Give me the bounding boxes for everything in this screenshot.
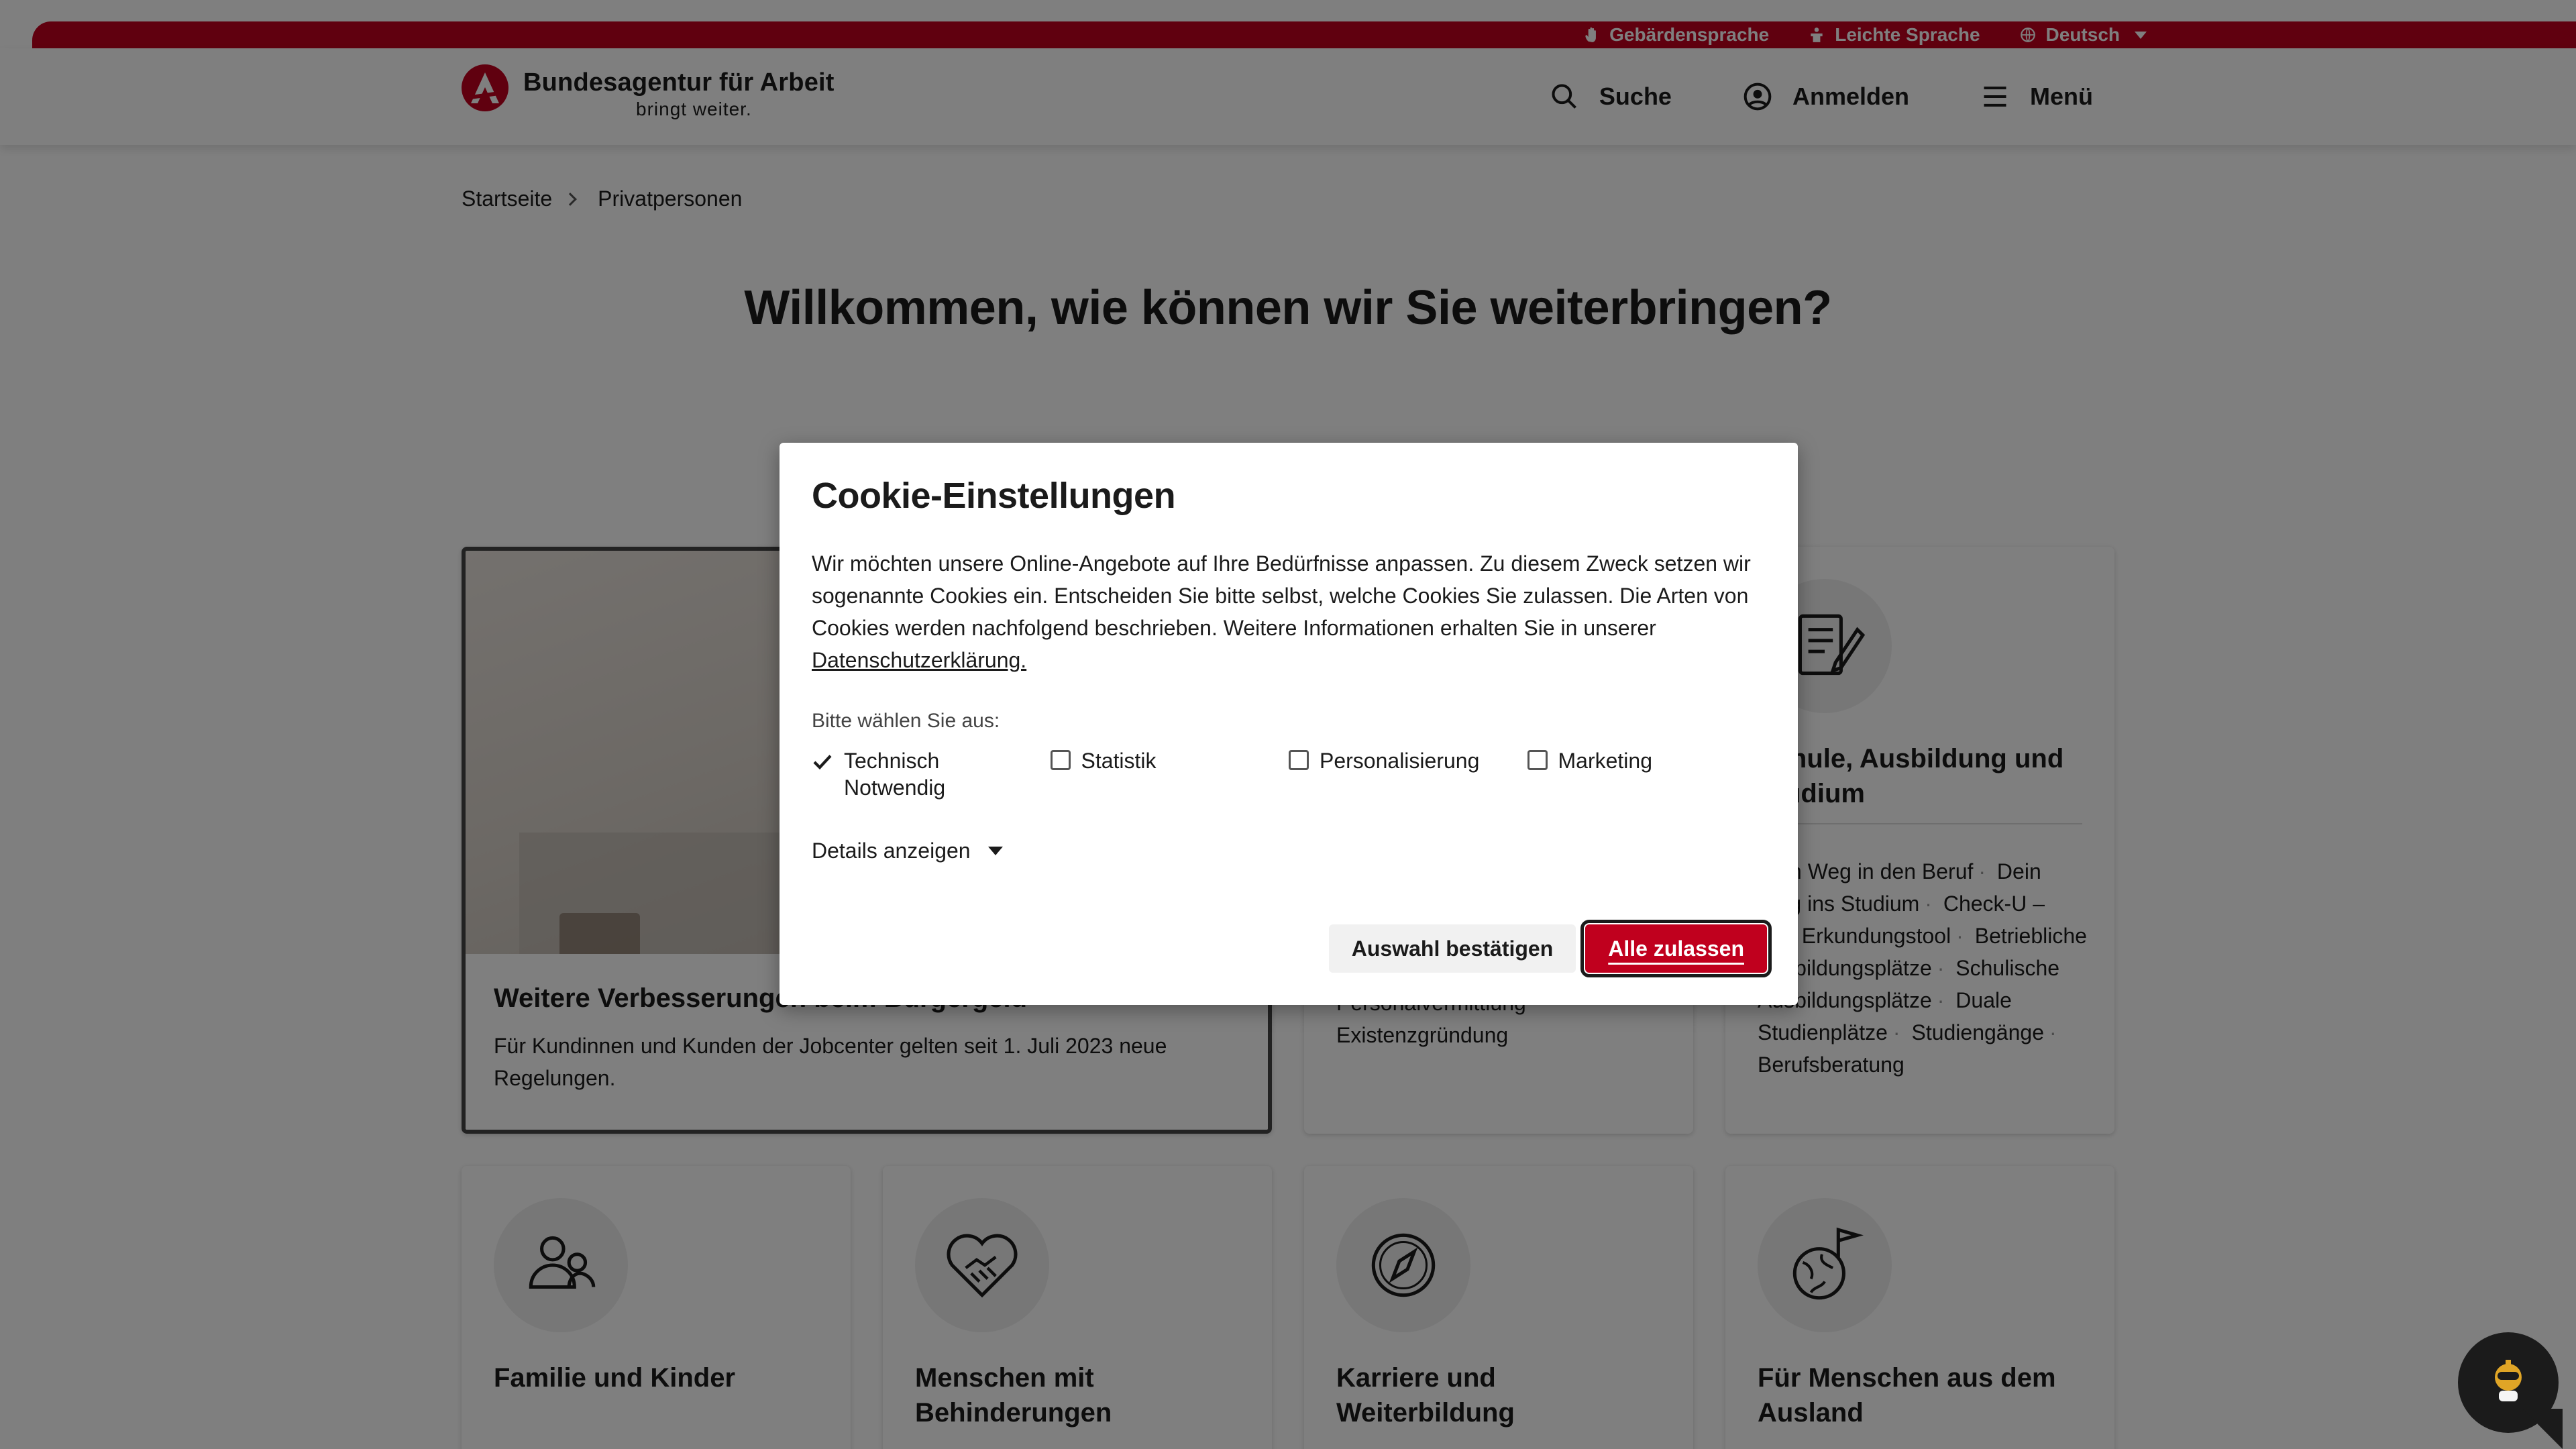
option-statistik[interactable]: Statistik [1050,747,1289,801]
cookie-dialog-title: Cookie-Einstellungen [812,476,1176,516]
option-personalisierung-label: Personalisierung [1320,749,1480,773]
confirm-selection-button[interactable]: Auswahl bestätigen [1328,924,1576,973]
option-statistik-label: Statistik [1081,749,1157,773]
option-technical: Technisch Notwendig [812,747,1051,801]
cookie-dialog: Cookie-Einstellungen Wir möchten unsere … [780,443,1798,1005]
cookie-options: Technisch Notwendig Statistik Personalis… [812,747,1766,801]
details-label: Details anzeigen [812,839,971,863]
option-marketing-label: Marketing [1558,749,1653,773]
chatbot-robot-icon [2495,1360,2522,1401]
cookie-dialog-text: Wir möchten unsere Online-Angebote auf I… [812,547,1766,676]
page: Gebärdensprache Leichte Sprache Deutsch … [0,0,2576,1449]
statistik-checkbox[interactable] [1050,750,1071,770]
accept-all-button[interactable]: Alle zulassen [1580,920,1772,977]
cookie-actions: Auswahl bestätigen Alle zulassen [1328,920,1772,977]
checkmark-icon [813,755,832,770]
personalisierung-checkbox[interactable] [1289,750,1309,770]
option-marketing[interactable]: Marketing [1527,747,1766,801]
marketing-checkbox[interactable] [1527,750,1548,770]
option-personalisierung[interactable]: Personalisierung [1289,747,1527,801]
choose-label: Bitte wählen Sie aus: [812,710,1000,732]
privacy-link[interactable]: Datenschutzerklärung. [812,648,1026,672]
triangle-down-icon [987,847,1003,855]
option-technical-label: Technisch Notwendig [844,749,946,800]
details-toggle[interactable]: Details anzeigen [812,839,1766,863]
cookie-description: Wir möchten unsere Online-Angebote auf I… [812,551,1751,640]
